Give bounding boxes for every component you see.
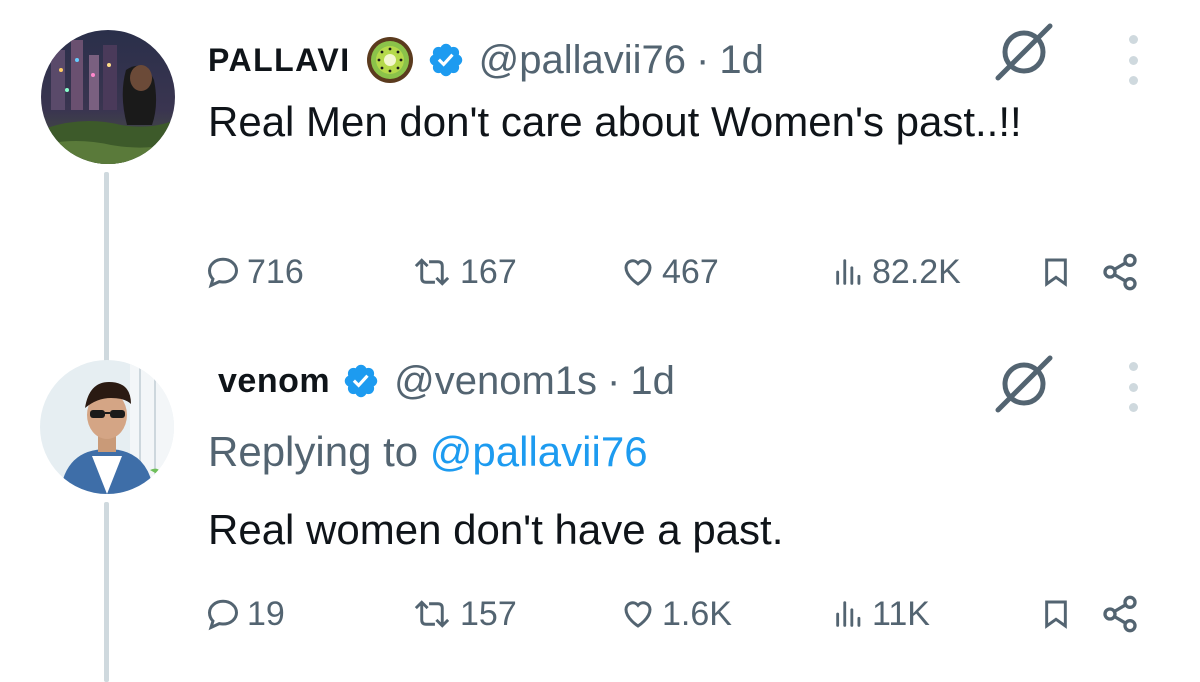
like-button[interactable]: 467 [620,250,719,294]
retweet-count: 167 [460,252,517,291]
reply-button[interactable]: 19 [205,592,285,636]
retweet-button[interactable]: 157 [410,592,517,636]
timestamp[interactable]: 1d [630,359,675,404]
views-button[interactable]: 82.2K [832,250,961,294]
handle[interactable]: @venom1s [394,359,597,404]
grok-icon[interactable] [992,352,1056,416]
handle[interactable]: @pallavii76 [479,38,686,83]
retweet-count: 157 [460,594,517,633]
views-chart-icon [832,596,866,632]
tweet-venom[interactable]: venom @venom1s · 1d Replying to @pallavi… [0,340,1200,682]
tweet-header: PALLAVI @pallavii76 · 1d [208,35,764,85]
verified-badge-icon [342,362,380,400]
kiwi-emoji-icon [365,35,415,85]
display-name[interactable]: venom [218,362,330,401]
heart-icon [620,254,656,290]
tweet-actions: 716 167 467 82.2K [0,250,1200,294]
separator-dot: · [696,37,710,82]
share-button[interactable] [1100,592,1140,636]
share-icon [1100,594,1140,634]
avatar[interactable] [41,30,175,164]
replying-to: Replying to @pallavii76 [208,428,648,476]
display-name[interactable]: PALLAVI [208,42,351,79]
retweet-icon [410,254,454,290]
tweet-text: Real women don't have a past. [208,506,784,553]
views-chart-icon [832,254,866,290]
reply-icon [205,596,241,632]
avatar[interactable] [40,360,174,494]
tweet-text: Real Men don't care about Women's past..… [208,98,1022,145]
mention-link[interactable]: @pallavii76 [430,428,648,475]
bookmark-icon [1040,596,1072,632]
grok-icon[interactable] [992,20,1056,84]
more-options-icon[interactable] [1123,362,1143,412]
heart-icon [620,596,656,632]
verified-badge-icon [427,41,465,79]
tweet-header: venom @venom1s · 1d [218,356,675,406]
separator-dot: · [607,358,621,403]
tweet-pallavi[interactable]: PALLAVI @pallavii76 · 1d Real Men don't … [0,0,1200,364]
view-count: 82.2K [872,252,961,291]
tweet-actions: 19 157 1.6K 11K [0,592,1200,636]
view-count: 11K [872,594,930,633]
share-button[interactable] [1100,250,1140,294]
like-count: 467 [662,252,719,291]
views-button[interactable]: 11K [832,592,930,636]
reply-button[interactable]: 716 [205,250,304,294]
bookmark-button[interactable] [1040,250,1072,294]
reply-count: 716 [247,252,304,291]
share-icon [1100,252,1140,292]
like-count: 1.6K [662,594,732,633]
like-button[interactable]: 1.6K [620,592,732,636]
replying-prefix: Replying to [208,428,419,475]
reply-icon [205,254,241,290]
retweet-icon [410,596,454,632]
more-options-icon[interactable] [1123,35,1143,85]
timestamp[interactable]: 1d [719,38,764,83]
bookmark-icon [1040,254,1072,290]
bookmark-button[interactable] [1040,592,1072,636]
retweet-button[interactable]: 167 [410,250,517,294]
reply-count: 19 [247,594,285,633]
